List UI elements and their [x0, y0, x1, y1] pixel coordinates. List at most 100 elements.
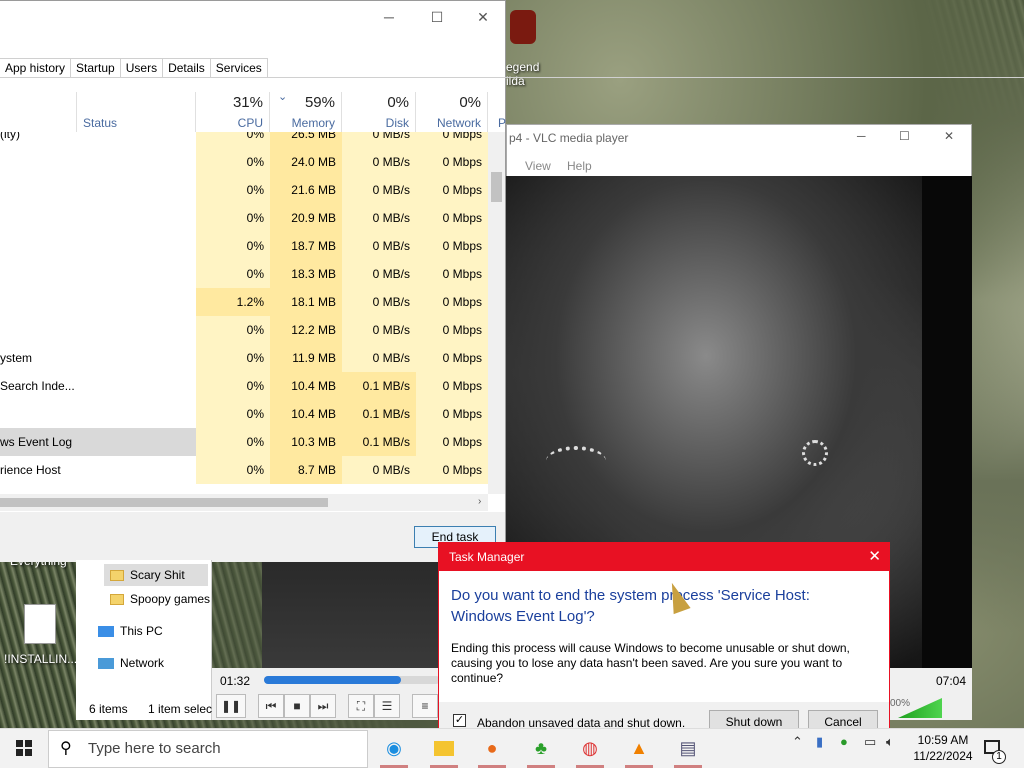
previous-button[interactable]: ⏮ [258, 694, 284, 718]
tab-app-history[interactable]: App history [0, 58, 72, 78]
volume-muted-icon[interactable]: 🔈︎ [886, 734, 894, 750]
file-explorer-icon[interactable] [430, 734, 458, 762]
extended-settings-button[interactable]: ☰ [374, 694, 400, 718]
table-row[interactable]: 0% 20.9 MB 0 MB/s 0 Mbps [0, 204, 488, 232]
file-explorer-window: Scary Shit Spoopy games This PC Network … [76, 560, 212, 720]
edge-icon[interactable]: ◉ [380, 734, 408, 762]
network-icon[interactable]: ▭ [864, 734, 876, 750]
disk-cell: 0 MB/s [342, 344, 416, 372]
network-icon [98, 657, 114, 669]
nav-item-label: Spoopy games [130, 592, 211, 606]
table-row[interactable]: 0% 12.2 MB 0 MB/s 0 Mbps [0, 316, 488, 344]
folder-icon [110, 569, 124, 581]
table-row[interactable]: ystem 0% 11.9 MB 0 MB/s 0 Mbps [0, 344, 488, 372]
disk-cell: 0.1 MB/s [342, 372, 416, 400]
column-header-cpu[interactable]: 31% CPU [196, 92, 270, 132]
scroll-right-icon[interactable]: › [478, 496, 481, 507]
network-cell: 0 Mbps [416, 344, 488, 372]
tab-users[interactable]: Users [119, 58, 164, 78]
table-row[interactable]: 0% 10.4 MB 0.1 MB/s 0 Mbps [0, 400, 488, 428]
menu-help[interactable]: Help [567, 159, 592, 173]
desktop-icon-installing[interactable]: !INSTALLIN... [4, 600, 77, 670]
close-icon[interactable]: ✕ [868, 543, 881, 571]
vlc-icon[interactable]: ▲ [625, 734, 653, 762]
process-name [0, 316, 196, 344]
table-row[interactable]: Search Inde... 0% 10.4 MB 0.1 MB/s 0 Mbps [0, 372, 488, 400]
network-cell: 0 Mbps [416, 176, 488, 204]
minimize-button[interactable]: ─ [366, 0, 412, 34]
cpu-cell: 0% [196, 232, 270, 260]
column-header-memory[interactable]: ⌄ 59% Memory [270, 91, 342, 132]
dashboard-gauge [546, 446, 606, 476]
next-button[interactable]: ⏭ [310, 694, 336, 718]
pause-button[interactable]: ❚❚ [216, 694, 246, 718]
cpu-cell: 0% [196, 204, 270, 232]
maximize-button[interactable]: ☐ [899, 129, 910, 143]
tray-app-icon[interactable]: ▮ [816, 734, 823, 750]
firefox-icon[interactable]: ● [478, 734, 506, 762]
tab-services[interactable]: Services [209, 58, 268, 78]
fullscreen-button[interactable]: ⛶ [348, 694, 374, 718]
tab-startup[interactable]: Startup [70, 58, 121, 78]
seek-bar-fill [264, 676, 401, 684]
cpu-cell: 0% [196, 260, 270, 288]
memory-cell: 10.4 MB [270, 372, 342, 400]
close-button[interactable]: ✕ [944, 129, 954, 143]
memory-cell: 18.7 MB [270, 232, 342, 260]
column-header-name[interactable] [0, 92, 77, 132]
cpu-total: 31% [232, 94, 263, 111]
system-clock[interactable]: 10:59 AM 11/22/2024 [908, 732, 978, 764]
column-header-network[interactable]: 0% Network [416, 92, 488, 132]
person-icon[interactable]: ● [840, 734, 848, 749]
nav-item-scary-shit[interactable]: Scary Shit [104, 564, 208, 586]
nav-item-spoopy-games[interactable]: Spoopy games [110, 592, 210, 606]
column-header-disk[interactable]: 0% Disk [342, 92, 416, 132]
nav-item-label: Network [120, 656, 165, 670]
chrome-icon[interactable]: ◍ [576, 734, 604, 762]
table-row[interactable]: 1.2% 18.1 MB 0 MB/s 0 Mbps [0, 288, 488, 316]
window-title: p4 - VLC media player [509, 131, 629, 145]
process-name [0, 260, 196, 288]
disk-cell: 0 MB/s [342, 260, 416, 288]
table-row[interactable]: ws Event Log 0% 10.3 MB 0.1 MB/s 0 Mbps [0, 428, 488, 456]
task-manager-icon[interactable]: ▤ [674, 734, 702, 762]
clock-time: 10:59 AM [917, 733, 969, 747]
disk-cell: 0 MB/s [342, 148, 416, 176]
disk-cell: 0 MB/s [342, 204, 416, 232]
nav-item-this-pc[interactable]: This PC [98, 624, 163, 638]
maximize-button[interactable]: ☐ [414, 0, 460, 34]
cpu-cell: 1.2% [196, 288, 270, 316]
windows-start-icon[interactable] [16, 740, 32, 756]
memory-cell: 11.9 MB [270, 344, 342, 372]
scrollbar-thumb[interactable] [491, 172, 502, 202]
table-row[interactable]: 0% 18.3 MB 0 MB/s 0 Mbps [0, 260, 488, 288]
nav-item-network[interactable]: Network [98, 656, 164, 670]
tab-details[interactable]: Details [162, 58, 211, 78]
process-name [0, 204, 196, 232]
table-row[interactable]: rience Host 0% 8.7 MB 0 MB/s 0 Mbps [0, 456, 488, 484]
chevron-up-icon[interactable]: ⌃ [792, 734, 803, 750]
people-icon[interactable]: ♣ [527, 734, 555, 762]
table-row[interactable]: 0% 18.7 MB 0 MB/s 0 Mbps [0, 232, 488, 260]
video-letterbox [922, 176, 972, 668]
stop-button[interactable]: ■ [284, 694, 310, 718]
scrollbar-thumb[interactable] [0, 498, 328, 507]
column-header-status[interactable]: Status [77, 92, 196, 132]
close-button[interactable]: ✕ [460, 0, 506, 34]
disk-cell: 0 MB/s [342, 316, 416, 344]
table-row[interactable]: 0% 21.6 MB 0 MB/s 0 Mbps [0, 176, 488, 204]
menu-view[interactable]: View [525, 159, 551, 173]
desktop-icon-top[interactable]: egend ilda [506, 4, 546, 94]
tab-performance[interactable]: P [498, 116, 506, 130]
network-cell: 0 Mbps [416, 260, 488, 288]
abandon-data-checkbox[interactable]: ✓ [453, 714, 466, 727]
cpu-cell: 0% [196, 316, 270, 344]
memory-cell: 26.5 MB [270, 132, 342, 148]
nav-item-label: Scary Shit [130, 568, 185, 582]
dialog-heading: Do you want to end the system process 'S… [451, 587, 810, 625]
process-name [0, 232, 196, 260]
table-row[interactable]: (ity) 0% 26.5 MB 0 MB/s 0 Mbps [0, 132, 488, 148]
table-row[interactable]: 0% 24.0 MB 0 MB/s 0 Mbps [0, 148, 488, 176]
minimize-button[interactable]: ─ [857, 129, 866, 143]
playlist-button[interactable]: ≡ [412, 694, 438, 718]
